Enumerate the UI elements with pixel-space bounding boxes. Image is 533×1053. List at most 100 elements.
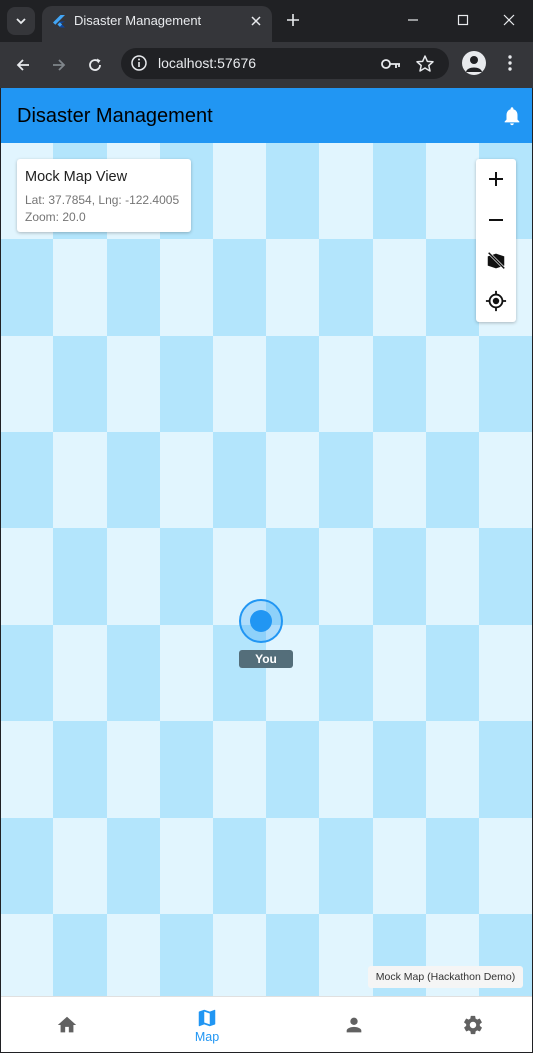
- map-tile: [266, 721, 319, 818]
- chevron-down-icon: [16, 18, 26, 25]
- maximize-icon: [457, 14, 469, 26]
- forward-button[interactable]: [44, 50, 74, 80]
- map-tile: [53, 528, 107, 625]
- address-bar[interactable]: localhost:57676: [121, 48, 449, 79]
- zoom-in-button[interactable]: [476, 159, 516, 199]
- reload-icon: [89, 58, 101, 71]
- map-tile: [1, 239, 53, 336]
- map-tile: [107, 239, 160, 336]
- url-text: localhost:57676: [158, 55, 257, 71]
- plus-icon: [287, 14, 299, 26]
- tab-search-button[interactable]: [7, 7, 35, 35]
- reload-button[interactable]: [80, 50, 110, 80]
- info-card-title: Mock Map View: [25, 169, 128, 185]
- map-tile: [319, 432, 373, 528]
- map-tile: [373, 721, 426, 818]
- info-card-zoom: Zoom: 20.0: [25, 210, 86, 224]
- user-location-label: You: [239, 650, 293, 668]
- map-tile: [107, 818, 160, 914]
- close-icon: [251, 16, 261, 26]
- map-info-card: Mock Map View Lat: 37.7854, Lng: -122.40…: [17, 159, 191, 232]
- map-tile: [426, 818, 479, 914]
- map-controls: [476, 159, 516, 322]
- zoom-out-button[interactable]: [476, 200, 516, 240]
- map-icon: [198, 1009, 216, 1026]
- map-tile: [319, 625, 373, 721]
- notifications-icon[interactable]: [501, 105, 523, 127]
- browser-tab-bar: Disaster Management: [0, 0, 533, 42]
- map-view[interactable]: Mock Map View Lat: 37.7854, Lng: -122.40…: [1, 143, 532, 996]
- zoom-out-icon: [489, 219, 503, 221]
- nav-map-label: Map: [194, 1029, 220, 1044]
- map-tile: [373, 528, 426, 625]
- map-tile: [373, 336, 426, 432]
- page-title: Disaster Management: [17, 105, 213, 127]
- close-window-button[interactable]: [492, 6, 526, 34]
- nav-home[interactable]: [1, 997, 133, 1053]
- close-icon: [503, 14, 515, 26]
- map-tile: [479, 336, 532, 432]
- zoom-in-icon: [489, 172, 503, 186]
- tab-title: Disaster Management: [74, 13, 202, 28]
- person-icon: [466, 56, 482, 72]
- map-tile: [266, 914, 319, 996]
- hide-layer-icon: [487, 251, 506, 270]
- map-tile: [160, 721, 213, 818]
- star-icon[interactable]: [415, 54, 435, 74]
- settings-icon: [464, 1015, 482, 1035]
- flutter-logo-icon: [53, 15, 65, 28]
- map-tile: [213, 818, 266, 914]
- map-tile: [479, 528, 532, 625]
- maximize-button[interactable]: [446, 6, 480, 34]
- back-button[interactable]: [8, 50, 38, 80]
- user-location-dot: [250, 610, 272, 632]
- map-tile: [107, 625, 160, 721]
- nav-profile[interactable]: [288, 997, 420, 1053]
- my-location-button[interactable]: [476, 281, 516, 321]
- map-tile: [53, 721, 107, 818]
- map-tile: [426, 625, 479, 721]
- map-tile: [160, 914, 213, 996]
- map-tile: [1, 625, 53, 721]
- bottom-navigation: Map: [1, 996, 532, 1052]
- key-icon[interactable]: [380, 54, 402, 74]
- map-tile: [426, 432, 479, 528]
- person-icon: [346, 1017, 362, 1033]
- minimize-icon: [408, 19, 418, 21]
- my-location-icon: [485, 290, 507, 312]
- info-card-coordinates: Lat: 37.7854, Lng: -122.4005: [25, 193, 180, 207]
- map-tile: [160, 528, 213, 625]
- arrow-right-icon: [53, 59, 66, 71]
- arrow-left-icon: [16, 59, 29, 71]
- map-tile: [1, 818, 53, 914]
- info-icon[interactable]: [130, 54, 148, 72]
- map-tile: [373, 143, 426, 239]
- map-tile: [266, 143, 319, 239]
- tab-close-button[interactable]: [246, 11, 266, 31]
- map-tile: [319, 818, 373, 914]
- map-tile: [107, 432, 160, 528]
- map-tile: [1, 432, 53, 528]
- map-tile: [213, 432, 266, 528]
- nav-map[interactable]: Map: [141, 997, 273, 1053]
- nav-settings[interactable]: [407, 997, 533, 1053]
- home-icon: [57, 1016, 77, 1033]
- profile-button[interactable]: [462, 51, 486, 75]
- map-tile: [479, 721, 532, 818]
- map-tile: [426, 239, 479, 336]
- map-attribution: Mock Map (Hackathon Demo): [368, 966, 523, 988]
- map-tile: [53, 914, 107, 996]
- browser-tab[interactable]: Disaster Management: [42, 6, 272, 42]
- map-tile: [160, 336, 213, 432]
- map-tile: [319, 239, 373, 336]
- app-bar: Disaster Management: [1, 88, 532, 143]
- map-tile: [266, 336, 319, 432]
- minimize-button[interactable]: [396, 6, 430, 34]
- map-tile: [213, 239, 266, 336]
- more-vert-icon: [508, 55, 512, 71]
- toggle-layer-button[interactable]: [476, 241, 516, 281]
- browser-menu-button[interactable]: [500, 51, 520, 75]
- browser-toolbar: localhost:57676: [0, 42, 533, 88]
- new-tab-button[interactable]: [282, 9, 304, 31]
- map-tile: [53, 336, 107, 432]
